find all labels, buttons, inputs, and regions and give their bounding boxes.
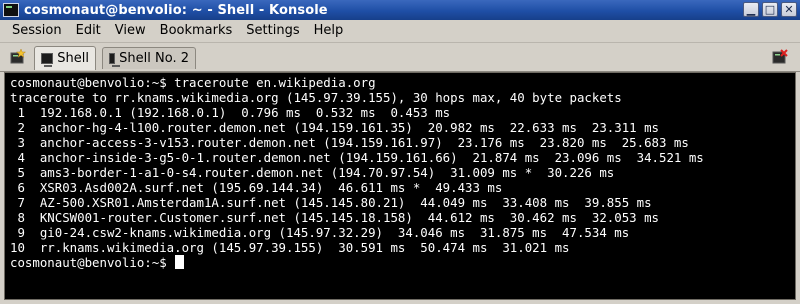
terminal-output[interactable]: cosmonaut@benvolio:~$ traceroute en.wiki… [4, 72, 796, 300]
terminal-line: 6 XSR03.Asd002A.surf.net (195.69.144.34)… [10, 180, 503, 195]
terminal-line: traceroute to rr.knams.wikimedia.org (14… [10, 90, 622, 105]
window-title: cosmonaut@benvolio: ~ - Shell - Konsole [24, 2, 328, 18]
konsole-app-icon[interactable] [3, 3, 19, 17]
konsole-window: cosmonaut@benvolio: ~ - Shell - Konsole … [0, 0, 800, 304]
window-frame-bottom [0, 300, 800, 304]
terminal-line: cosmonaut@benvolio:~$ traceroute en.wiki… [10, 75, 376, 90]
window-controls: ▁ □ ✕ [743, 2, 797, 17]
menu-help[interactable]: Help [307, 20, 351, 42]
terminal-line: 2 anchor-hg-4-l100.router.demon.net (194… [10, 120, 660, 135]
terminal-icon [41, 53, 54, 67]
tab-label: Shell [57, 51, 89, 66]
title-bar[interactable]: cosmonaut@benvolio: ~ - Shell - Konsole … [0, 0, 800, 21]
tab-label: Shell No. 2 [119, 51, 189, 66]
terminal-line: 7 AZ-500.XSR01.Amsterdam1A.surf.net (145… [10, 195, 652, 210]
tab-bar: Shell Shell No. 2 [0, 43, 800, 72]
close-button[interactable]: ✕ [781, 2, 797, 17]
menu-edit[interactable]: Edit [69, 20, 108, 42]
terminal-line: 9 gi0-24.csw2-knams.wikimedia.org (145.9… [10, 225, 630, 240]
terminal-line: 5 ams3-border-1-a1-0-s4.router.demon.net… [10, 165, 615, 180]
text-cursor [175, 255, 185, 269]
terminal-line: 10 rr.knams.wikimedia.org (145.97.39.155… [10, 240, 570, 255]
minimize-button[interactable]: ▁ [743, 2, 759, 17]
tab-shell-no-2[interactable]: Shell No. 2 [102, 47, 196, 69]
terminal-line: 8 KNCSW001-router.Customer.surf.net (145… [10, 210, 660, 225]
terminal-prompt-line[interactable]: cosmonaut@benvolio:~$ [10, 255, 795, 270]
terminal-line: 4 anchor-inside-3-g5-0-1.router.demon.ne… [10, 150, 704, 165]
terminal-line: 1 192.168.0.1 (192.168.0.1) 0.796 ms 0.5… [10, 105, 451, 120]
menu-settings[interactable]: Settings [239, 20, 306, 42]
close-session-icon[interactable] [772, 49, 788, 65]
menu-view[interactable]: View [108, 20, 153, 42]
menu-session[interactable]: Session [0, 20, 69, 42]
new-session-icon[interactable] [10, 48, 27, 65]
menu-bar: Session Edit View Bookmarks Settings Hel… [0, 20, 800, 43]
terminal-prompt: cosmonaut@benvolio:~$ [10, 255, 175, 270]
terminal-line: 3 anchor-access-3-v153.router.demon.net … [10, 135, 689, 150]
maximize-button[interactable]: □ [762, 2, 778, 17]
menu-bookmarks[interactable]: Bookmarks [153, 20, 240, 42]
terminal-icon [109, 53, 121, 67]
tab-shell[interactable]: Shell [34, 46, 96, 70]
